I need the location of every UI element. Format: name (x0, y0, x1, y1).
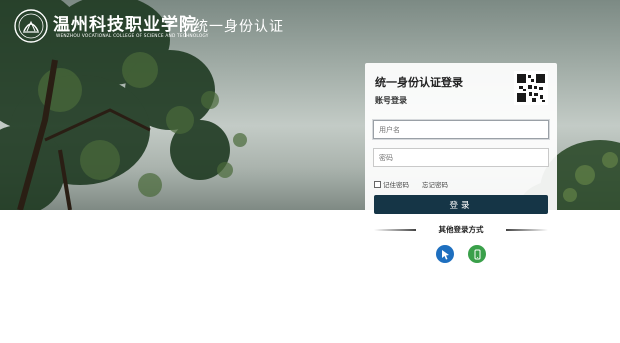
remember-checkbox[interactable] (374, 180, 381, 188)
other-login-header: 其他登录方式 (374, 224, 548, 236)
system-title: 统一身份认证 (194, 19, 284, 35)
page-header: 温州科技职业学院 WENZHOU VOCATIONAL COLLEGE OF S… (0, 0, 620, 50)
header-divider (185, 17, 186, 37)
account-login-tab[interactable]: 账号登录 (375, 95, 407, 106)
login-title: 统一身份认证登录 (375, 76, 463, 89)
forgot-password-link[interactable]: 忘记密码 (422, 179, 448, 189)
login-panel: 统一身份认证登录 账号登录 记住密码 忘记密码 登录 (365, 63, 557, 218)
divider-right (506, 229, 548, 231)
remember-password[interactable]: 记住密码 (374, 179, 409, 189)
college-logo-icon (14, 9, 48, 43)
qr-code-icon[interactable] (514, 71, 548, 105)
mobile-login-button[interactable] (468, 245, 486, 263)
school-name-cn: 温州科技职业学院 (53, 15, 197, 35)
pointer-icon (441, 249, 449, 259)
username-input[interactable] (373, 120, 549, 139)
remember-label: 记住密码 (383, 181, 409, 189)
login-button[interactable]: 登录 (374, 195, 548, 214)
pointer-login-button[interactable] (436, 245, 454, 263)
password-input[interactable] (373, 148, 549, 167)
mobile-phone-icon (474, 249, 480, 259)
